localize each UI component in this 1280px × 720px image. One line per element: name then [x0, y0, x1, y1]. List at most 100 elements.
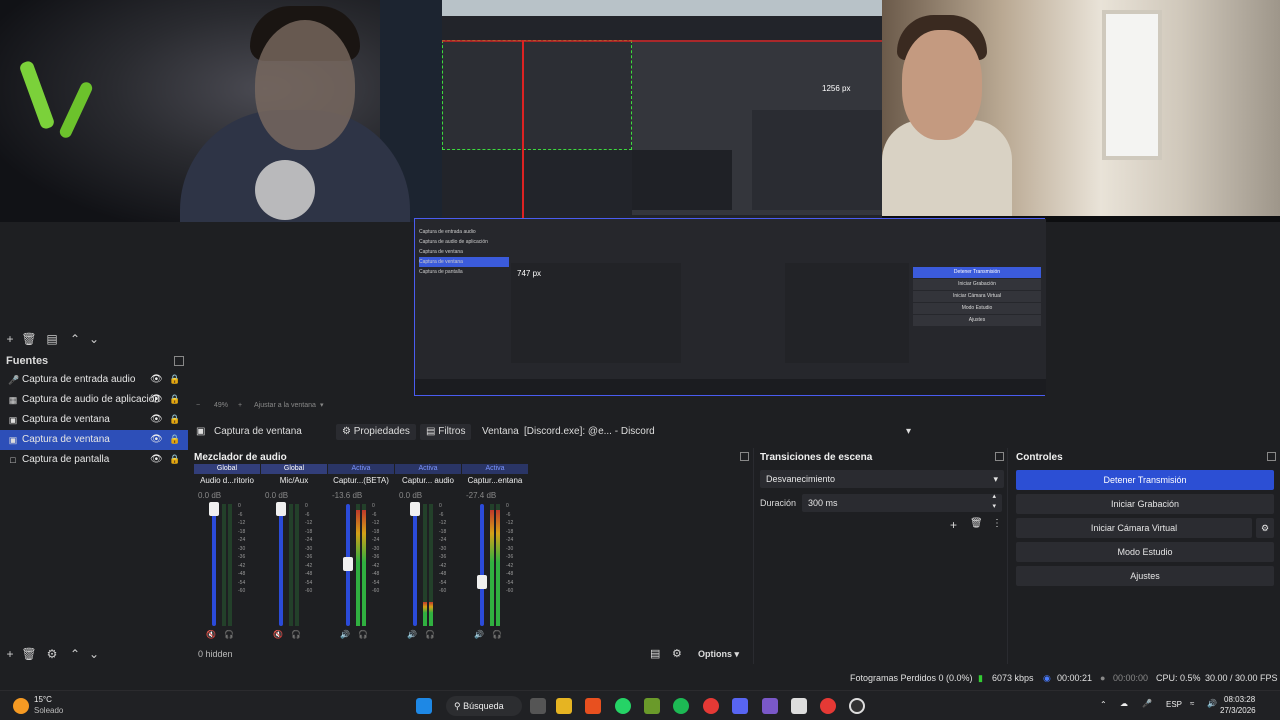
channel-name[interactable]: Captur...(BETA)	[328, 476, 394, 485]
source-item[interactable]: ▦ Captura de audio de aplicación 👁 🔒	[0, 390, 188, 410]
microphone-icon[interactable]: 🎤	[1142, 699, 1152, 708]
source-item[interactable]: □ Captura de pantalla 👁 🔒	[0, 450, 188, 470]
stop-streaming-button[interactable]: Detener Transmisión	[1016, 470, 1274, 490]
windows-start-icon[interactable]	[416, 698, 432, 714]
window-select[interactable]: [Discord.exe]: @e... - Discord	[524, 424, 655, 440]
visibility-eye-icon[interactable]: 👁	[150, 374, 163, 385]
volume-slider[interactable]	[279, 504, 283, 626]
layout-icon[interactable]: ▤	[650, 647, 660, 660]
clock-date[interactable]: 27/3/2026	[1220, 706, 1256, 715]
volume-slider-handle[interactable]	[209, 502, 219, 516]
source-item-selected[interactable]: ▣ Captura de ventana 👁 🔒	[0, 430, 188, 450]
visibility-eye-icon[interactable]: 👁	[150, 394, 163, 405]
app-icon[interactable]	[762, 698, 778, 714]
capcut-icon[interactable]	[791, 698, 807, 714]
preview-canvas[interactable]: 1256 px	[0, 0, 1280, 222]
file-explorer-icon[interactable]	[556, 698, 572, 714]
search-box[interactable]: ⚲ Búsqueda	[446, 696, 522, 716]
headphones-icon[interactable]: 🎧	[224, 630, 234, 639]
start-recording-button[interactable]: Iniciar Grabación	[1016, 494, 1274, 514]
volume-slider[interactable]	[212, 504, 216, 626]
visibility-eye-icon[interactable]: 👁	[150, 434, 163, 445]
tray-chevron-icon[interactable]: ⌃	[1100, 700, 1107, 709]
advanced-audio-icon[interactable]: ⚙	[672, 647, 682, 660]
lock-icon[interactable]: 🔒	[169, 374, 180, 385]
transition-select[interactable]: Desvanecimiento ▾	[760, 470, 1004, 488]
volume-slider[interactable]	[413, 504, 417, 626]
add-source-icon[interactable]: +	[2, 647, 18, 661]
trash-icon[interactable]: 🗑	[21, 332, 37, 346]
obs-icon[interactable]	[849, 698, 865, 714]
chevron-down-icon[interactable]: ▾	[906, 424, 911, 440]
remove-source-icon[interactable]: 🗑	[21, 647, 37, 661]
speaker-icon[interactable]: 🔊	[340, 630, 350, 639]
headphones-icon[interactable]: 🎧	[291, 630, 301, 639]
task-view-icon[interactable]	[530, 698, 546, 714]
start-virtual-camera-button[interactable]: Iniciar Cámara Virtual	[1016, 518, 1252, 538]
headphones-icon[interactable]: 🎧	[492, 630, 502, 639]
undock-icon[interactable]	[995, 452, 1004, 461]
spotify-icon[interactable]	[673, 698, 689, 714]
channel-name[interactable]: Mic/Aux	[261, 476, 327, 485]
channel-name[interactable]: Audio d...ritorio	[194, 476, 260, 485]
db-scale: 0 -6 -12 -18 -24 -30 -36 -42 -48 -54 -60	[238, 502, 245, 596]
lock-icon[interactable]: 🔒	[169, 434, 180, 445]
lock-icon[interactable]: 🔒	[169, 394, 180, 405]
options-button[interactable]: Options ▾	[698, 649, 739, 660]
speaker-icon[interactable]: 🔊	[474, 630, 484, 639]
wifi-icon[interactable]: ≈	[1190, 699, 1194, 708]
language-indicator[interactable]: ESP	[1166, 700, 1182, 709]
discord-icon[interactable]	[732, 698, 748, 714]
channel-name[interactable]: Captur... audio	[395, 476, 461, 485]
properties-icon[interactable]: ▤	[44, 332, 60, 346]
whatsapp-icon[interactable]	[615, 698, 631, 714]
gear-icon[interactable]: ⚙	[1256, 518, 1274, 538]
volume-slider-handle[interactable]	[410, 502, 420, 516]
add-transition-icon[interactable]: +	[950, 518, 957, 532]
headphones-icon[interactable]: 🎧	[425, 630, 435, 639]
properties-button[interactable]: ⚙ Propiedades	[336, 424, 416, 440]
volume-slider[interactable]	[480, 504, 484, 626]
lock-icon[interactable]: 🔒	[169, 414, 180, 425]
lock-icon[interactable]: 🔒	[169, 454, 180, 465]
trash-icon[interactable]: 🗑	[970, 518, 983, 529]
app-icon[interactable]	[644, 698, 660, 714]
zoom-in-icon[interactable]: +	[238, 402, 242, 409]
cloud-icon[interactable]: ☁	[1120, 699, 1128, 708]
move-down-icon[interactable]: ⌄	[86, 332, 102, 346]
move-up-icon[interactable]: ⌃	[67, 332, 83, 346]
clock-time[interactable]: 08:03:28	[1224, 695, 1255, 704]
volume-icon[interactable]: 🔊	[1207, 699, 1217, 708]
zoom-out-icon[interactable]: −	[196, 402, 200, 409]
undock-icon[interactable]	[740, 452, 749, 461]
muted-speaker-icon[interactable]: 🔇	[206, 630, 216, 639]
channel-db: 0.0 dB	[399, 491, 423, 500]
chrome-icon[interactable]	[820, 698, 836, 714]
fit-window-button[interactable]: Ajustar a la ventana	[254, 402, 316, 409]
move-down-icon[interactable]: ⌄	[86, 647, 102, 661]
speaker-icon[interactable]: 🔊	[407, 630, 417, 639]
add-icon[interactable]: +	[2, 332, 18, 346]
studio-mode-button[interactable]: Modo Estudio	[1016, 542, 1274, 562]
visibility-eye-icon[interactable]: 👁	[150, 414, 163, 425]
undock-icon[interactable]	[174, 356, 184, 366]
undock-icon[interactable]	[1267, 452, 1276, 461]
gear-icon[interactable]: ⚙	[44, 647, 60, 661]
visibility-eye-icon[interactable]: 👁	[150, 454, 163, 465]
office-icon[interactable]	[585, 698, 601, 714]
volume-slider-handle[interactable]	[276, 502, 286, 516]
volume-slider-handle[interactable]	[477, 575, 487, 590]
more-icon[interactable]: ⋮	[992, 518, 1002, 529]
channel-name[interactable]: Captur...entana	[462, 476, 528, 485]
chevron-down-icon[interactable]: ▾	[320, 401, 324, 409]
source-item[interactable]: 🎤 Captura de entrada audio 👁 🔒	[0, 370, 188, 390]
chrome-icon[interactable]	[703, 698, 719, 714]
filters-button[interactable]: ▤ Filtros	[420, 424, 472, 440]
settings-button[interactable]: Ajustes	[1016, 566, 1274, 586]
source-item[interactable]: ▣ Captura de ventana 👁 🔒	[0, 410, 188, 430]
duration-spinbox[interactable]: 300 ms ▴ ▾	[802, 493, 1002, 512]
move-up-icon[interactable]: ⌃	[67, 647, 83, 661]
muted-speaker-icon[interactable]: 🔇	[273, 630, 283, 639]
volume-slider-handle[interactable]	[343, 556, 353, 571]
headphones-icon[interactable]: 🎧	[358, 630, 368, 639]
